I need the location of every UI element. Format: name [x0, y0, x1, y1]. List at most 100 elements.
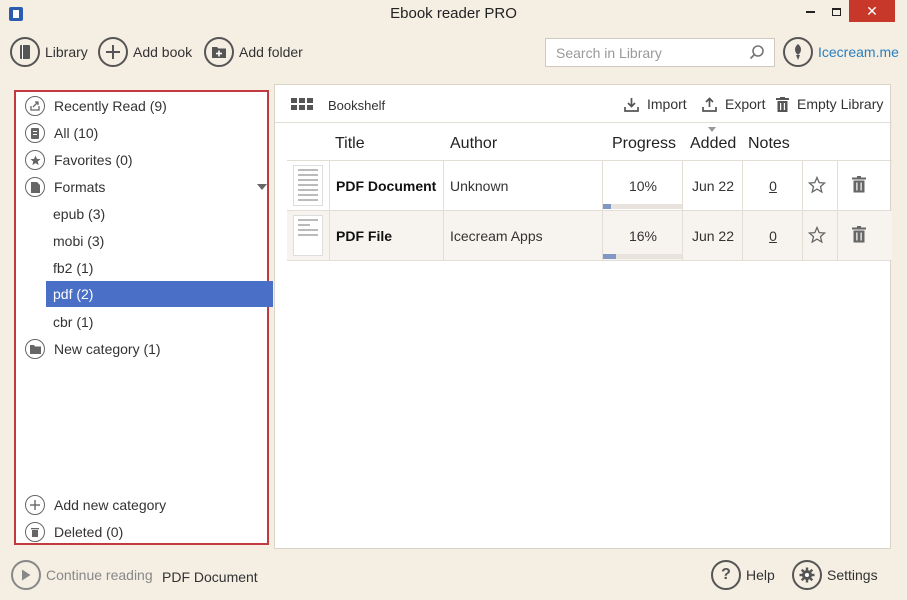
sidebar-item-label: Formats — [54, 179, 106, 195]
icecream-logo-icon — [783, 37, 813, 67]
sidebar-item-label: cbr (1) — [53, 314, 94, 330]
close-button[interactable]: ✕ — [849, 0, 895, 22]
empty-library-label: Empty Library — [797, 96, 884, 112]
sidebar-item-mobi[interactable]: mobi (3) — [16, 228, 273, 254]
bookshelf-label[interactable]: Bookshelf — [328, 98, 385, 113]
sidebar-item-label: pdf (2) — [53, 286, 94, 302]
help-label: Help — [746, 567, 775, 583]
sidebar-item-cbr[interactable]: cbr (1) — [16, 309, 273, 335]
add-book-button[interactable]: Add book — [98, 37, 192, 67]
icecream-link[interactable]: Icecream.me — [783, 37, 899, 67]
favorite-star-icon[interactable] — [807, 225, 827, 247]
sidebar-item-label: Recently Read (9) — [54, 98, 167, 114]
empty-library-button[interactable]: Empty Library — [776, 96, 883, 112]
minimize-button[interactable] — [797, 0, 823, 22]
shelf-toolbar: Bookshelf Import Export Empty Library — [275, 85, 892, 123]
help-button[interactable]: ? Help — [711, 560, 775, 590]
import-button[interactable]: Import — [624, 96, 687, 112]
book-title: PDF File — [336, 228, 393, 244]
search-icon[interactable] — [749, 44, 765, 63]
continue-reading-button[interactable]: Continue reading — [11, 560, 153, 590]
book-notes-link[interactable]: 0 — [743, 178, 803, 194]
sidebar-item-label: fb2 (1) — [53, 260, 94, 276]
library-button[interactable]: Library — [10, 37, 88, 67]
folder-icon — [25, 339, 45, 359]
upload-icon — [702, 96, 717, 112]
status-bar: Continue reading PDF Document ? Help Set… — [0, 556, 907, 600]
sidebar-item-label: Favorites (0) — [54, 152, 133, 168]
star-icon — [25, 150, 45, 170]
sidebar-item-epub[interactable]: epub (3) — [16, 201, 273, 227]
minimize-icon — [805, 10, 815, 13]
settings-label: Settings — [827, 567, 878, 583]
table-row[interactable]: PDF Document Unknown 10% Jun 22 0 — [287, 160, 892, 211]
sidebar-item-recently-read[interactable]: Recently Read (9) — [16, 93, 273, 119]
book-cover-thumbnail — [293, 215, 323, 256]
delete-book-icon[interactable] — [852, 226, 866, 246]
column-header-author[interactable]: Author — [450, 135, 497, 153]
title-bar: Ebook reader PRO ✕ — [0, 0, 907, 28]
sidebar-item-deleted[interactable]: Deleted (0) — [16, 519, 273, 545]
table-row[interactable]: PDF File Icecream Apps 16% Jun 22 0 — [287, 210, 892, 261]
sidebar-item-all[interactable]: All (10) — [16, 120, 273, 146]
sidebar-item-favorites[interactable]: Favorites (0) — [16, 147, 273, 173]
maximize-button[interactable] — [823, 0, 849, 22]
column-header-progress[interactable]: Progress — [612, 135, 676, 153]
column-header-title[interactable]: Title — [335, 135, 365, 153]
trash-icon — [25, 522, 45, 542]
book-author: Unknown — [450, 178, 509, 194]
deleted-label: Deleted (0) — [54, 524, 124, 540]
books-icon — [25, 123, 45, 143]
sidebar-item-new-category[interactable]: New category (1) — [16, 336, 273, 362]
book-progress: 10% — [628, 178, 658, 194]
book-icon — [10, 37, 40, 67]
progress-bar-fill — [603, 254, 616, 259]
play-icon — [11, 560, 41, 590]
continue-reading-label: Continue reading — [46, 567, 153, 583]
book-progress: 16% — [628, 228, 658, 244]
column-header-notes[interactable]: Notes — [748, 135, 790, 153]
progress-bar — [603, 204, 683, 209]
import-label: Import — [647, 96, 687, 112]
add-book-label: Add book — [133, 44, 193, 60]
export-label: Export — [725, 96, 766, 112]
book-author: Icecream Apps — [450, 228, 543, 244]
settings-button[interactable]: Settings — [792, 560, 878, 590]
trash-icon — [776, 96, 789, 112]
search-box[interactable] — [545, 38, 775, 67]
progress-bar-fill — [603, 204, 611, 209]
sidebar-item-formats[interactable]: Formats — [16, 174, 273, 200]
window-title: Ebook reader PRO — [390, 5, 517, 22]
sidebar-item-label: mobi (3) — [53, 233, 105, 249]
sidebar-item-label: All (10) — [54, 125, 99, 141]
add-category-label: Add new category — [54, 497, 167, 513]
document-icon — [25, 177, 45, 197]
search-input[interactable] — [546, 39, 736, 66]
book-cover-thumbnail — [293, 165, 323, 206]
share-icon — [25, 96, 45, 116]
book-added-date: Jun 22 — [691, 228, 735, 244]
favorite-star-icon[interactable] — [807, 175, 827, 197]
progress-bar — [603, 254, 683, 259]
book-title: PDF Document — [336, 178, 437, 194]
export-button[interactable]: Export — [702, 96, 765, 112]
add-folder-button[interactable]: Add folder — [204, 37, 303, 67]
add-folder-label: Add folder — [239, 44, 303, 60]
sidebar-item-label: epub (3) — [53, 206, 106, 222]
book-notes-link[interactable]: 0 — [743, 228, 803, 244]
question-icon: ? — [711, 560, 741, 590]
book-added-date: Jun 22 — [691, 178, 735, 194]
delete-book-icon[interactable] — [852, 176, 866, 196]
library-label: Library — [45, 44, 88, 60]
current-document-name: PDF Document — [162, 569, 258, 585]
grid-view-icon[interactable] — [291, 98, 313, 110]
plus-icon — [25, 495, 45, 515]
gear-icon — [792, 560, 822, 590]
library-panel: Bookshelf Import Export Empty Library Ti… — [274, 84, 892, 549]
sidebar-item-fb2[interactable]: fb2 (1) — [16, 255, 273, 281]
folder-plus-icon — [204, 37, 234, 67]
add-category-button[interactable]: Add new category — [16, 492, 273, 518]
sidebar-item-pdf[interactable]: pdf (2) — [46, 281, 273, 307]
column-header-added[interactable]: Added — [690, 135, 736, 153]
chevron-down-icon[interactable] — [257, 184, 267, 190]
